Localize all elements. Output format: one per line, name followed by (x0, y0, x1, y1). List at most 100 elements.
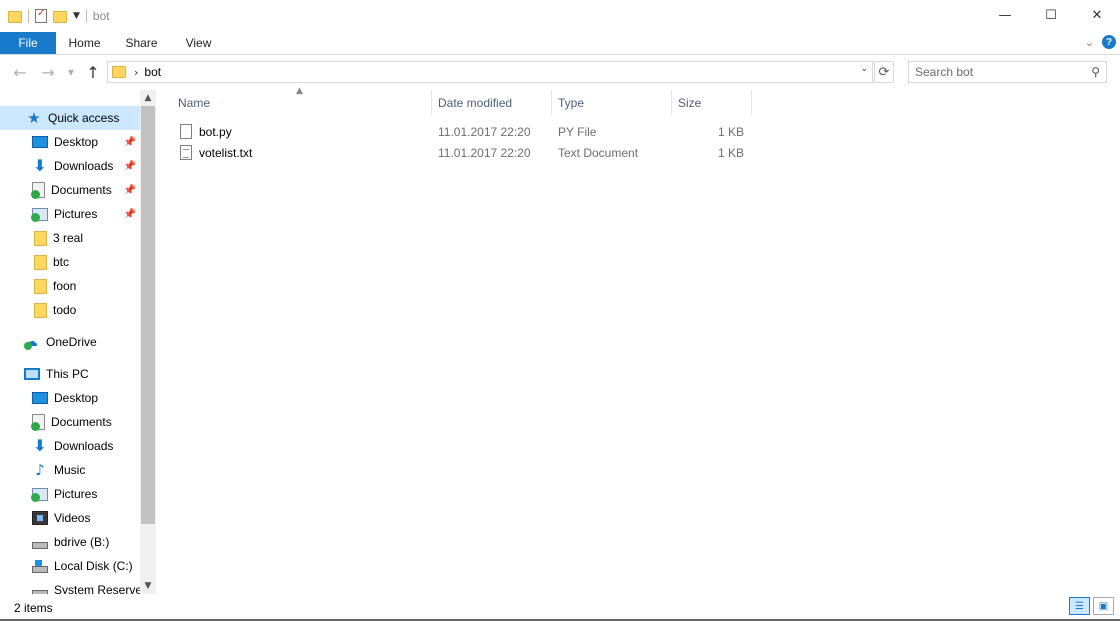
help-button[interactable]: ? (1102, 35, 1116, 49)
nav-quick-access[interactable]: ★ Quick access (0, 106, 140, 130)
tab-view[interactable]: View (170, 32, 227, 54)
folder-icon (34, 278, 47, 294)
window-title: bot (92, 9, 110, 23)
pin-icon: 📌 (123, 160, 136, 172)
py-file-icon (180, 124, 192, 139)
nav-quick-foon[interactable]: foon (0, 274, 140, 298)
windows-drive-icon (32, 559, 48, 573)
file-type: PY File (558, 124, 597, 139)
status-bar: 2 items ☰ ▣ (0, 594, 1120, 621)
scroll-up-icon[interactable]: ▲ (140, 90, 156, 106)
nav-label: bdrive (B:) (54, 535, 110, 549)
nav-quick-btc[interactable]: btc (0, 250, 140, 274)
search-input[interactable] (915, 65, 1080, 79)
nav-label: Documents (51, 183, 112, 197)
separator (28, 9, 29, 23)
nav-label: This PC (46, 367, 89, 381)
properties-icon[interactable] (35, 8, 47, 23)
refresh-button[interactable]: ⟳ (874, 61, 894, 83)
file-name: bot.py (199, 124, 232, 139)
recent-locations-button[interactable]: ▼ (64, 60, 78, 84)
nav-pc-desktop[interactable]: Desktop (0, 386, 140, 410)
pin-icon: 📌 (123, 208, 136, 220)
back-button[interactable]: ← (8, 60, 32, 84)
nav-label: Downloads (54, 159, 114, 173)
file-name: votelist.txt (199, 145, 253, 160)
folder-icon (112, 66, 126, 78)
nav-pc-documents[interactable]: Documents (0, 410, 140, 434)
tab-file[interactable]: File (0, 32, 56, 54)
file-row-bot-py[interactable]: bot.py 11.01.2017 22:20 PY File 1 KB (160, 121, 760, 142)
nav-label: todo (53, 303, 77, 317)
view-switcher: ☰ ▣ (1069, 597, 1114, 615)
nav-quick-todo[interactable]: todo (0, 298, 140, 322)
customize-toolbar-dropdown-icon[interactable]: ▼ (73, 11, 80, 21)
nav-label: System Reserved (54, 583, 149, 594)
file-row-votelist-txt[interactable]: votelist.txt 11.01.2017 22:20 Text Docum… (160, 142, 760, 163)
window-controls: — ☐ ✕ (982, 0, 1120, 30)
expand-ribbon-icon[interactable]: ⌄ (1085, 36, 1094, 49)
nav-quick-desktop[interactable]: Desktop 📌 (0, 130, 140, 154)
nav-quick-downloads[interactable]: ⬇ Downloads 📌 (0, 154, 140, 178)
nav-label: Music (54, 463, 86, 477)
onedrive-icon: ☁ (24, 334, 38, 350)
nav-pc-videos[interactable]: Videos (0, 506, 140, 530)
scroll-down-icon[interactable]: ▼ (140, 578, 156, 594)
tab-share[interactable]: Share (113, 32, 170, 54)
column-header-date-modified[interactable]: Date modified (432, 90, 552, 115)
videos-icon (32, 511, 48, 525)
nav-quick-documents[interactable]: Documents 📌 (0, 178, 140, 202)
search-icon[interactable]: ⚲ (1091, 65, 1100, 79)
details-view-button[interactable]: ☰ (1069, 597, 1090, 615)
breadcrumb-bot[interactable]: bot (144, 65, 161, 79)
nav-quick-3-real[interactable]: 3 real (0, 226, 140, 250)
nav-quick-pictures[interactable]: Pictures 📌 (0, 202, 140, 226)
nav-this-pc[interactable]: This PC (0, 362, 140, 386)
pictures-icon (31, 487, 48, 502)
text-file-icon (180, 145, 192, 160)
item-count: 2 items (14, 600, 53, 615)
forward-button[interactable]: → (36, 60, 60, 84)
nav-pc-bdrive[interactable]: bdrive (B:) (0, 530, 140, 554)
nav-label: Quick access (48, 111, 120, 125)
file-date: 11.01.2017 22:20 (438, 124, 531, 139)
nav-pc-pictures[interactable]: Pictures (0, 482, 140, 506)
nav-label: Desktop (54, 391, 99, 405)
column-header-name[interactable]: Name (172, 90, 432, 115)
nav-onedrive[interactable]: ☁ OneDrive (0, 330, 140, 354)
address-bar[interactable]: › bot ⌄ (107, 61, 873, 83)
folder-icon (34, 254, 47, 270)
new-folder-icon[interactable] (53, 11, 67, 23)
pin-icon: 📌 (123, 136, 136, 148)
nav-pane-scrollbar[interactable]: ▲ ▼ (140, 90, 156, 594)
minimize-button[interactable]: — (982, 0, 1028, 30)
navigation-pane: ★ Quick access Desktop 📌 ⬇ Downloads 📌 D… (0, 90, 156, 594)
nav-label: Pictures (54, 487, 98, 501)
column-header-size[interactable]: Size (672, 90, 752, 115)
address-row: ← → ▼ ↑ › bot ⌄ ⟳ ⚲ (0, 56, 1120, 88)
file-size: 1 KB (717, 124, 744, 139)
nav-label: OneDrive (46, 335, 97, 349)
separator (85, 9, 87, 23)
folder-icon (8, 11, 22, 23)
desktop-icon (32, 392, 48, 404)
pictures-icon (31, 207, 48, 222)
nav-pc-downloads[interactable]: ⬇ Downloads (0, 434, 140, 458)
scrollbar-thumb[interactable] (141, 106, 155, 524)
downloads-icon: ⬇ (33, 436, 47, 455)
breadcrumb-chevron-icon[interactable]: › (134, 66, 138, 79)
file-list: ▲ Name Date modified Type Size bot.py 11… (160, 86, 1120, 594)
maximize-button[interactable]: ☐ (1028, 0, 1074, 30)
nav-pc-local-disk[interactable]: Local Disk (C:) (0, 554, 140, 578)
close-button[interactable]: ✕ (1074, 0, 1120, 30)
nav-label: Downloads (54, 439, 114, 453)
nav-pc-system-reserved[interactable]: System Reserved (0, 578, 149, 594)
up-button[interactable]: ↑ (81, 60, 105, 84)
address-history-dropdown-icon[interactable]: ⌄ (860, 64, 868, 74)
folder-icon (34, 302, 47, 318)
large-icons-view-button[interactable]: ▣ (1093, 597, 1114, 615)
search-box[interactable]: ⚲ (908, 61, 1107, 83)
column-header-type[interactable]: Type (552, 90, 672, 115)
nav-pc-music[interactable]: ♪ Music (0, 458, 140, 482)
tab-home[interactable]: Home (56, 32, 113, 54)
